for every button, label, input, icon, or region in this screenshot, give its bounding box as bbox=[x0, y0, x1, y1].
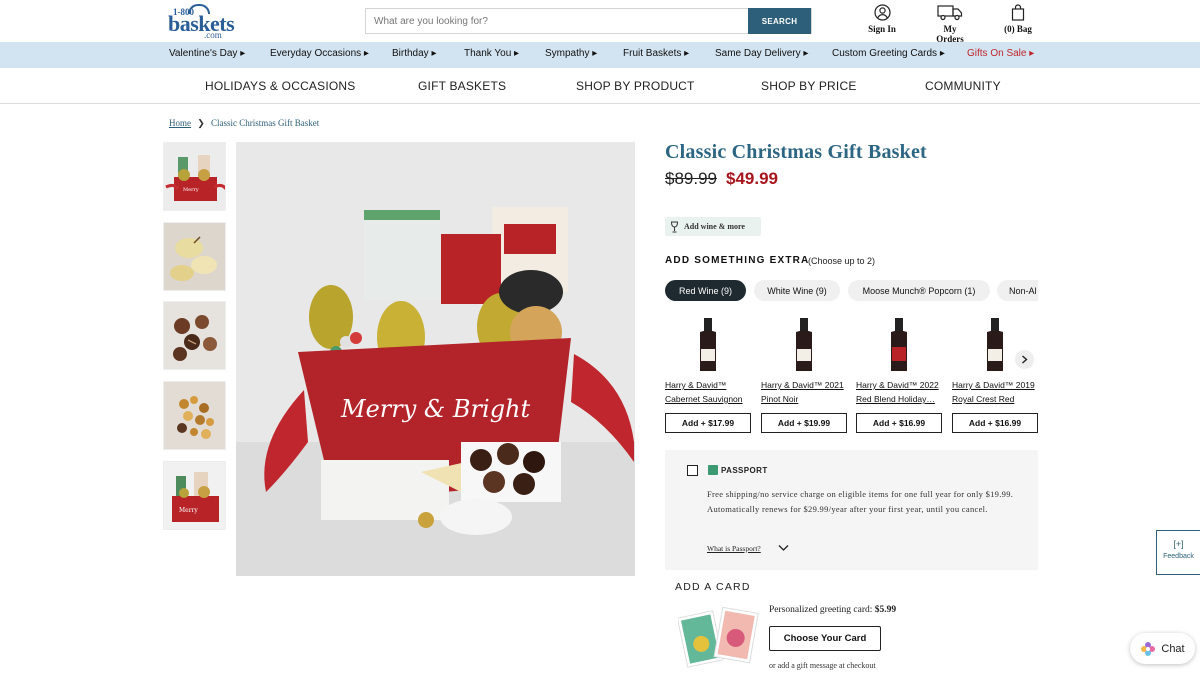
carousel-next-button[interactable] bbox=[1015, 350, 1034, 369]
original-price: $89.99 bbox=[665, 169, 717, 188]
extras-subheading: (Choose up to 2) bbox=[808, 256, 876, 266]
my-orders-label: My Orders bbox=[936, 24, 964, 44]
greeting-cards-image bbox=[676, 606, 760, 670]
passport-brand: PASSPORT bbox=[721, 465, 768, 475]
tab-red-wine[interactable]: Red Wine (9) bbox=[665, 280, 746, 301]
card-price: $5.99 bbox=[874, 605, 897, 615]
svg-text:Merry: Merry bbox=[183, 187, 199, 193]
nav-gift-baskets[interactable]: GIFT BASKETS bbox=[418, 79, 506, 93]
passport-icon bbox=[708, 465, 718, 475]
card-price-text: Personalized greeting card: $5.99 bbox=[769, 605, 896, 615]
extra-item-name[interactable]: Harry & David™ 2021 bbox=[761, 378, 847, 392]
nav-holidays[interactable]: HOLIDAYS & OCCASIONS bbox=[205, 79, 355, 93]
add-wine-button[interactable]: Add wine & more bbox=[665, 217, 761, 236]
add-extra-button[interactable]: Add + $17.99 bbox=[665, 413, 751, 433]
sign-in-link[interactable]: Sign In bbox=[866, 4, 898, 34]
user-icon bbox=[873, 4, 891, 21]
extra-item-name[interactable]: Harry & David™ 2022 bbox=[856, 378, 942, 392]
passport-checkbox[interactable] bbox=[687, 465, 698, 476]
nav-shop-by-product[interactable]: SHOP BY PRODUCT bbox=[576, 79, 695, 93]
sign-in-label: Sign In bbox=[868, 24, 896, 34]
extra-item-name[interactable]: Harry & David™ 2019 bbox=[952, 378, 1038, 392]
site-header: 1-800 baskets .com SEARCH Sign In My Ord… bbox=[0, 0, 1200, 44]
chevron-right-icon bbox=[1022, 355, 1028, 364]
breadcrumb-current: Classic Christmas Gift Basket bbox=[211, 118, 320, 128]
sale-price: $49.99 bbox=[726, 169, 778, 188]
feedback-plus: [+] bbox=[1173, 539, 1184, 549]
logo-line3: .com bbox=[204, 30, 222, 40]
product-title: Classic Christmas Gift Basket bbox=[665, 141, 927, 163]
search-button[interactable]: SEARCH bbox=[748, 8, 811, 34]
category-valentines[interactable]: Valentine's Day ▸ bbox=[169, 48, 245, 59]
category-sympathy[interactable]: Sympathy ▸ bbox=[545, 48, 597, 59]
main-nav: HOLIDAYS & OCCASIONS GIFT BASKETS SHOP B… bbox=[0, 68, 1200, 104]
tab-white-wine[interactable]: White Wine (9) bbox=[754, 280, 840, 301]
passport-panel: PASSPORT Free shipping/no service charge… bbox=[665, 450, 1038, 570]
extras-heading: ADD SOMETHING EXTRA bbox=[665, 255, 810, 266]
breadcrumb-home[interactable]: Home bbox=[169, 118, 191, 128]
wine-bottle-image bbox=[796, 318, 812, 371]
category-thank-you[interactable]: Thank You ▸ bbox=[464, 48, 519, 59]
bag-link[interactable]: (0) Bag bbox=[1002, 4, 1034, 34]
wine-bottle-image bbox=[891, 318, 907, 371]
wine-glass-icon bbox=[670, 221, 679, 232]
chevron-down-icon[interactable] bbox=[778, 544, 789, 552]
thumbnail-chocolates[interactable] bbox=[163, 301, 226, 370]
add-wine-label: Add wine & more bbox=[684, 222, 745, 231]
choose-card-button[interactable]: Choose Your Card bbox=[769, 626, 881, 651]
category-greeting-cards[interactable]: Custom Greeting Cards ▸ bbox=[832, 48, 945, 59]
add-card-heading: ADD A CARD bbox=[675, 581, 751, 593]
add-extra-button[interactable]: Add + $19.99 bbox=[761, 413, 847, 433]
card-price-label: Personalized greeting card: bbox=[769, 605, 873, 615]
svg-text:Merry: Merry bbox=[179, 507, 198, 514]
category-same-day[interactable]: Same Day Delivery ▸ bbox=[715, 48, 808, 59]
bag-label: (0) Bag bbox=[1004, 24, 1032, 34]
passport-info-link[interactable]: What is Passport? bbox=[707, 544, 761, 553]
nav-community[interactable]: COMMUNITY bbox=[925, 79, 1001, 93]
basket-text: Merry & Bright bbox=[340, 395, 531, 423]
thumbnail-basket[interactable]: Merry bbox=[163, 142, 226, 211]
feedback-label: Feedback bbox=[1163, 553, 1194, 560]
category-fruit-baskets[interactable]: Fruit Baskets ▸ bbox=[623, 48, 689, 59]
my-orders-link[interactable]: My Orders bbox=[929, 4, 971, 44]
chat-label: Chat bbox=[1161, 642, 1185, 655]
extra-item-name-line2[interactable]: Cabernet Sauvignon bbox=[665, 392, 751, 406]
product-main-image: Merry & Bright bbox=[236, 142, 635, 576]
extra-item-name[interactable]: Harry & David™ bbox=[665, 378, 751, 392]
extra-item-name-line2[interactable]: Pinot Noir bbox=[761, 392, 847, 406]
extra-item-name-line2[interactable]: Royal Crest Red bbox=[952, 392, 1038, 406]
gift-message-note: or add a gift message at checkout bbox=[769, 661, 876, 670]
breadcrumb-separator: ❯ bbox=[197, 118, 205, 128]
bag-icon bbox=[1011, 4, 1025, 21]
site-logo[interactable]: 1-800 baskets .com bbox=[168, 4, 235, 40]
extras-tabs: Red Wine (9) White Wine (9) Moose Munch®… bbox=[665, 280, 1038, 302]
chat-button[interactable]: Chat bbox=[1130, 633, 1195, 664]
add-extra-button[interactable]: Add + $16.99 bbox=[856, 413, 942, 433]
thumbnail-basket-alt[interactable]: Merry bbox=[163, 461, 226, 530]
thumbnail-pears[interactable] bbox=[163, 222, 226, 291]
category-birthday[interactable]: Birthday ▸ bbox=[392, 48, 436, 59]
truck-icon bbox=[937, 5, 963, 21]
add-extra-button[interactable]: Add + $16.99 bbox=[952, 413, 1038, 433]
chat-flower-icon bbox=[1141, 641, 1156, 656]
search-bar: SEARCH bbox=[365, 8, 812, 34]
tab-non-alcoholic[interactable]: Non-Al bbox=[997, 280, 1038, 301]
thumbnail-popcorn[interactable] bbox=[163, 381, 226, 450]
search-input[interactable] bbox=[366, 9, 750, 33]
passport-description: Free shipping/no service charge on eligi… bbox=[707, 489, 1014, 514]
category-everyday[interactable]: Everyday Occasions ▸ bbox=[270, 48, 369, 59]
nav-shop-by-price[interactable]: SHOP BY PRICE bbox=[761, 79, 857, 93]
logo-line2: baskets bbox=[168, 11, 235, 36]
category-bar: Valentine's Day ▸ Everyday Occasions ▸ B… bbox=[0, 42, 1200, 68]
breadcrumb: Home ❯ Classic Christmas Gift Basket bbox=[169, 118, 319, 129]
passport-logo: PASSPORT bbox=[708, 465, 768, 475]
tab-moose-munch[interactable]: Moose Munch® Popcorn (1) bbox=[848, 280, 990, 301]
extra-item-name-line2[interactable]: Red Blend Holiday… bbox=[856, 392, 942, 406]
feedback-tab[interactable]: [+] Feedback bbox=[1156, 530, 1200, 575]
category-gifts-on-sale[interactable]: Gifts On Sale ▸ bbox=[967, 48, 1034, 59]
wine-bottle-image bbox=[700, 318, 716, 371]
